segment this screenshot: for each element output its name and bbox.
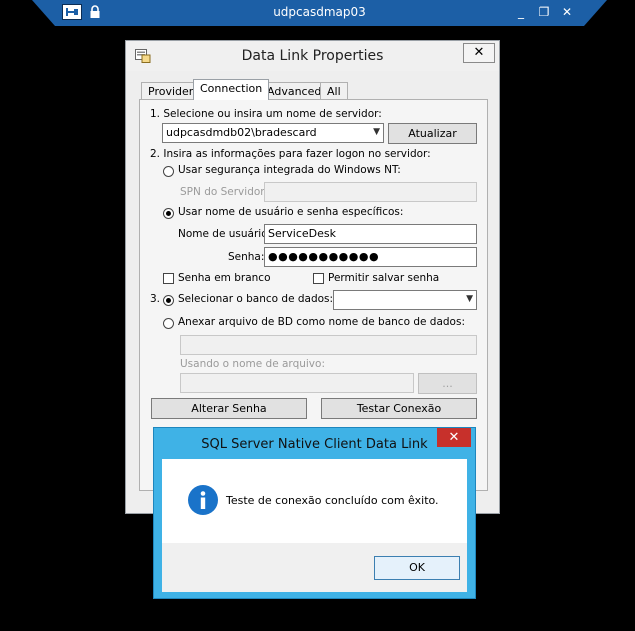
step2-label: 2. Insira as informações para fazer logo… [150, 148, 431, 160]
server-name-value: udpcasdmdb02\bradescard [166, 126, 317, 139]
username-label: Nome de usuário: [178, 228, 272, 240]
browse-button[interactable]: ... [418, 373, 477, 394]
change-password-button[interactable]: Alterar Senha [151, 398, 307, 419]
step1-label: 1. Selecione ou insira um nome de servid… [150, 108, 382, 120]
minimize-button[interactable]: _ [512, 3, 530, 21]
message-box-close-button[interactable]: ✕ [437, 428, 471, 447]
attach-db-file-radio[interactable] [163, 318, 174, 329]
server-name-combobox[interactable]: udpcasdmdb02\bradescard ▼ [162, 123, 384, 143]
chevron-down-icon[interactable]: ▼ [466, 294, 473, 304]
integrated-security-label: Usar segurança integrada do Windows NT: [178, 164, 401, 176]
step3-prefix: 3. [150, 293, 161, 305]
test-connection-button[interactable]: Testar Conexão [321, 398, 477, 419]
tab-provider[interactable]: Provider [141, 82, 201, 100]
allow-save-password-label: Permitir salvar senha [328, 272, 440, 284]
close-button[interactable]: ✕ [558, 3, 576, 21]
database-combobox[interactable]: ▼ [333, 290, 477, 310]
select-database-radio[interactable] [163, 295, 174, 306]
message-content-area: Teste de conexão concluído com êxito. [162, 459, 467, 543]
attach-db-file-label: Anexar arquivo de BD como nome de banco … [178, 316, 465, 328]
specific-credentials-radio[interactable] [163, 208, 174, 219]
info-icon [188, 485, 218, 518]
blank-password-label: Senha em branco [178, 272, 271, 284]
integrated-security-radio[interactable] [163, 166, 174, 177]
message-box-title: SQL Server Native Client Data Link [201, 437, 428, 452]
remote-desktop-bar: udpcasdmap03 _ ❐ ✕ [32, 0, 607, 26]
blank-password-checkbox[interactable] [163, 273, 174, 284]
attach-db-name-input[interactable] [180, 335, 477, 355]
tab-all[interactable]: All [320, 82, 348, 100]
message-box-body: Teste de conexão concluído com êxito. OK [162, 459, 467, 592]
restore-button[interactable]: ❐ [535, 3, 553, 21]
refresh-button[interactable]: Atualizar [388, 123, 477, 144]
username-input[interactable]: ServiceDesk [264, 224, 477, 244]
password-input[interactable]: ●●●●●●●●●●● [264, 247, 477, 267]
message-text: Teste de conexão concluído com êxito. [226, 494, 439, 507]
password-label: Senha: [228, 251, 265, 263]
spn-input[interactable] [264, 182, 477, 202]
dialog-titlebar: Data Link Properties ✕ [126, 41, 499, 71]
tab-connection[interactable]: Connection [193, 79, 270, 100]
select-database-label: Selecionar o banco de dados: [178, 293, 334, 305]
dialog-title: Data Link Properties [241, 48, 384, 64]
dialog-close-button[interactable]: ✕ [463, 43, 495, 63]
chevron-down-icon[interactable]: ▼ [373, 127, 380, 137]
spn-label: SPN do Servidor: [180, 186, 268, 198]
connection-result-message-box: SQL Server Native Client Data Link ✕ Tes… [153, 427, 476, 599]
specific-credentials-label: Usar nome de usuário e senha específicos… [178, 206, 404, 218]
allow-save-password-checkbox[interactable] [313, 273, 324, 284]
tab-advanced[interactable]: Advanced [260, 82, 329, 100]
filename-input[interactable] [180, 373, 414, 393]
filename-label: Usando o nome de arquivo: [180, 358, 325, 370]
ok-button[interactable]: OK [374, 556, 460, 580]
